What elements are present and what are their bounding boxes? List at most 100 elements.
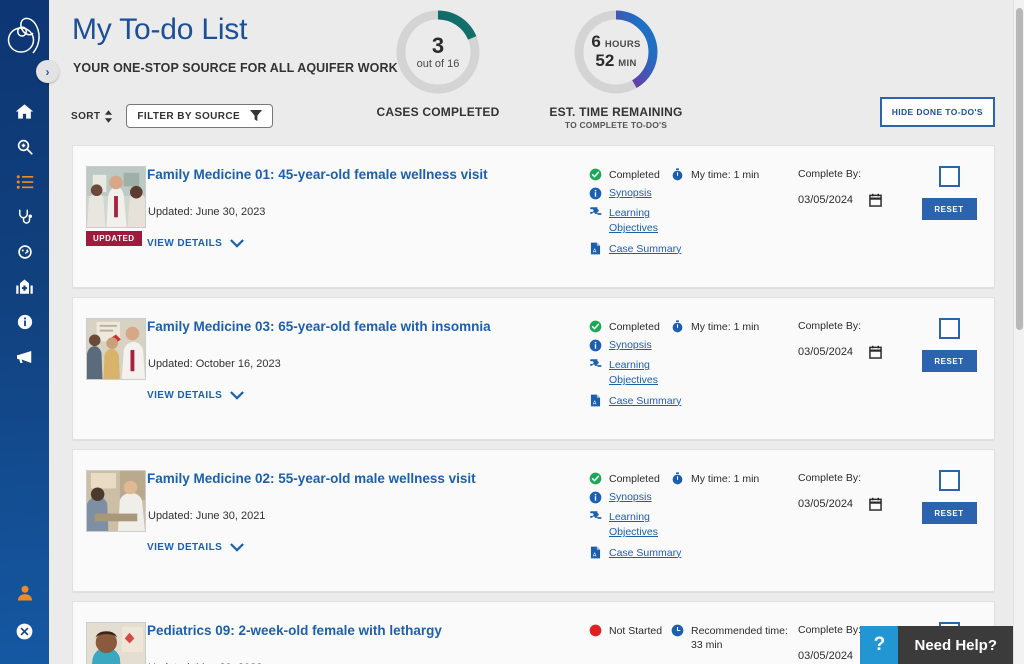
case-updated-date: Updated: June 30, 2023 (148, 206, 266, 218)
case-updated-date: Updated: June 30, 2021 (148, 510, 266, 522)
home-icon (15, 104, 34, 119)
svg-text:A: A (593, 552, 597, 558)
view-details-toggle[interactable]: VIEW DETAILS (147, 238, 245, 249)
sidebar-item-account[interactable] (0, 574, 49, 612)
synopsis-link[interactable]: Synopsis (609, 186, 652, 201)
case-summary-link[interactable]: Case Summary (609, 242, 681, 257)
minutes-value: 52 (595, 51, 615, 70)
info-icon (589, 491, 602, 504)
learning-objectives-link[interactable]: Learning Objectives (609, 358, 684, 388)
pdf-file-icon: A (590, 242, 601, 254)
case-summary-link[interactable]: Case Summary (609, 546, 681, 561)
complete-by-label: Complete By: (798, 320, 862, 332)
view-details-toggle[interactable]: VIEW DETAILS (147, 542, 245, 553)
sidebar-expand-toggle[interactable]: › (36, 60, 59, 83)
todo-card[interactable]: Family Medicine 02: 55-year-old male wel… (72, 449, 995, 592)
reset-button[interactable]: RESET (921, 350, 977, 372)
case-title-link[interactable]: Family Medicine 01: 45-year-old female w… (147, 167, 488, 182)
sidebar-item-my-todo-list[interactable] (0, 164, 49, 199)
calendar-icon[interactable] (869, 497, 882, 511)
synopsis-row[interactable]: Synopsis (589, 186, 684, 201)
case-updated-date: Updated: October 16, 2023 (148, 358, 281, 370)
case-time-row: My time: 1 min (671, 168, 791, 182)
case-status-column: Completed Synopsis Learning Objectives A… (589, 320, 684, 414)
synopsis-row[interactable]: Synopsis (589, 338, 684, 353)
done-checkbox[interactable] (938, 470, 960, 491)
sidebar (0, 0, 49, 664)
case-summary-row[interactable]: A Case Summary (589, 546, 684, 561)
case-summary-link[interactable]: Case Summary (609, 394, 681, 409)
clock-icon (671, 624, 684, 637)
hide-done-todos-button[interactable]: HIDE DONE TO-DO'S (879, 97, 995, 127)
sidebar-item-institution[interactable] (0, 269, 49, 304)
calendar-icon[interactable] (869, 193, 882, 207)
learning-objectives-row[interactable]: Learning Objectives (589, 206, 684, 236)
synopsis-link[interactable]: Synopsis (609, 490, 652, 505)
complete-by-label: Complete By: (798, 472, 862, 484)
sidebar-item-cases[interactable] (0, 199, 49, 234)
page-scrollbar[interactable] (1013, 0, 1024, 664)
sidebar-item-announcements[interactable] (0, 339, 49, 374)
case-summary-row[interactable]: A Case Summary (589, 394, 684, 409)
case-due-column: Complete By: 03/05/2024 (798, 168, 928, 207)
completed-check-icon (589, 472, 602, 485)
case-status: Completed (589, 472, 684, 485)
funnel-icon (250, 110, 263, 122)
synopsis-row[interactable]: Synopsis (589, 490, 684, 505)
reset-button[interactable]: RESET (921, 502, 977, 524)
learning-objectives-row[interactable]: Learning Objectives (589, 358, 684, 388)
sidebar-item-home[interactable] (0, 94, 49, 129)
view-details-label: VIEW DETAILS (147, 390, 223, 401)
done-checkbox[interactable] (938, 166, 960, 187)
sidebar-item-sign-out[interactable] (0, 612, 49, 650)
app-root: › My To-do List YOUR ONE-STOP SOURCE FOR… (0, 0, 1024, 664)
time-remaining-donut: 6 HOURS 52 MIN (572, 8, 660, 96)
synopsis-link[interactable]: Synopsis (609, 338, 652, 353)
hours-unit: HOURS (604, 39, 641, 51)
case-title-link[interactable]: Family Medicine 02: 55-year-old male wel… (147, 471, 476, 486)
learning-objectives-link[interactable]: Learning Objectives (609, 510, 684, 540)
complete-by-date-field[interactable]: 03/05/2024 (798, 497, 928, 511)
reset-button[interactable]: RESET (921, 198, 977, 220)
learning-objectives-row[interactable]: Learning Objectives (589, 510, 684, 540)
case-title-link[interactable]: Family Medicine 03: 65-year-old female w… (147, 319, 491, 334)
sidebar-item-search[interactable] (0, 129, 49, 164)
case-status: Not Started (589, 624, 684, 637)
sort-button[interactable]: SORT (71, 109, 113, 123)
sidebar-item-info[interactable] (0, 304, 49, 339)
calendar-icon[interactable] (869, 345, 882, 359)
info-icon (17, 314, 32, 329)
case-title-link[interactable]: Pediatrics 09: 2-week-old female with le… (147, 623, 442, 638)
complete-by-date-field[interactable]: 03/05/2024 (798, 193, 928, 207)
todo-card[interactable]: Family Medicine 03: 65-year-old female w… (72, 297, 995, 440)
stats-summary: 3 out of 16 CASES COMPLETED 6 HOURS 52 M… (367, 4, 687, 130)
need-help-label[interactable]: Need Help? (898, 626, 1013, 664)
minutes-unit: MIN (618, 58, 637, 69)
view-details-toggle[interactable]: VIEW DETAILS (147, 390, 245, 401)
stopwatch-icon (672, 472, 683, 485)
time-remaining-hours: 6 HOURS (591, 33, 640, 52)
filter-by-source-button[interactable]: FILTER BY SOURCE (126, 104, 274, 128)
complete-by-date-field[interactable]: 03/05/2024 (798, 345, 928, 359)
need-help-widget[interactable]: ? Need Help? (860, 626, 1013, 664)
chevron-down-icon (230, 391, 245, 400)
chevron-down-icon (230, 239, 245, 248)
case-time-text: Recommended time: 33 min (691, 625, 788, 652)
stethoscope-icon (18, 209, 32, 224)
list-icon (16, 174, 33, 189)
help-question-icon[interactable]: ? (860, 626, 899, 664)
card-thumbnail-column (86, 622, 150, 664)
case-thumbnail-image (86, 470, 146, 532)
todo-card[interactable]: Pediatrics 09: 2-week-old female with le… (72, 601, 995, 664)
institution-icon (16, 279, 33, 294)
sidebar-item-dashboard[interactable] (0, 234, 49, 269)
done-checkbox[interactable] (938, 318, 960, 339)
learning-objectives-link[interactable]: Learning Objectives (609, 206, 684, 236)
case-status-text: Completed (609, 472, 660, 485)
todo-card[interactable]: UPDATED Family Medicine 01: 45-year-old … (72, 145, 995, 288)
updated-badge: UPDATED (86, 231, 142, 246)
case-time-column: My time: 1 min (671, 168, 791, 187)
case-summary-row[interactable]: A Case Summary (589, 242, 684, 257)
scrollbar-thumb[interactable] (1016, 8, 1023, 330)
card-thumbnail-column (86, 318, 150, 380)
